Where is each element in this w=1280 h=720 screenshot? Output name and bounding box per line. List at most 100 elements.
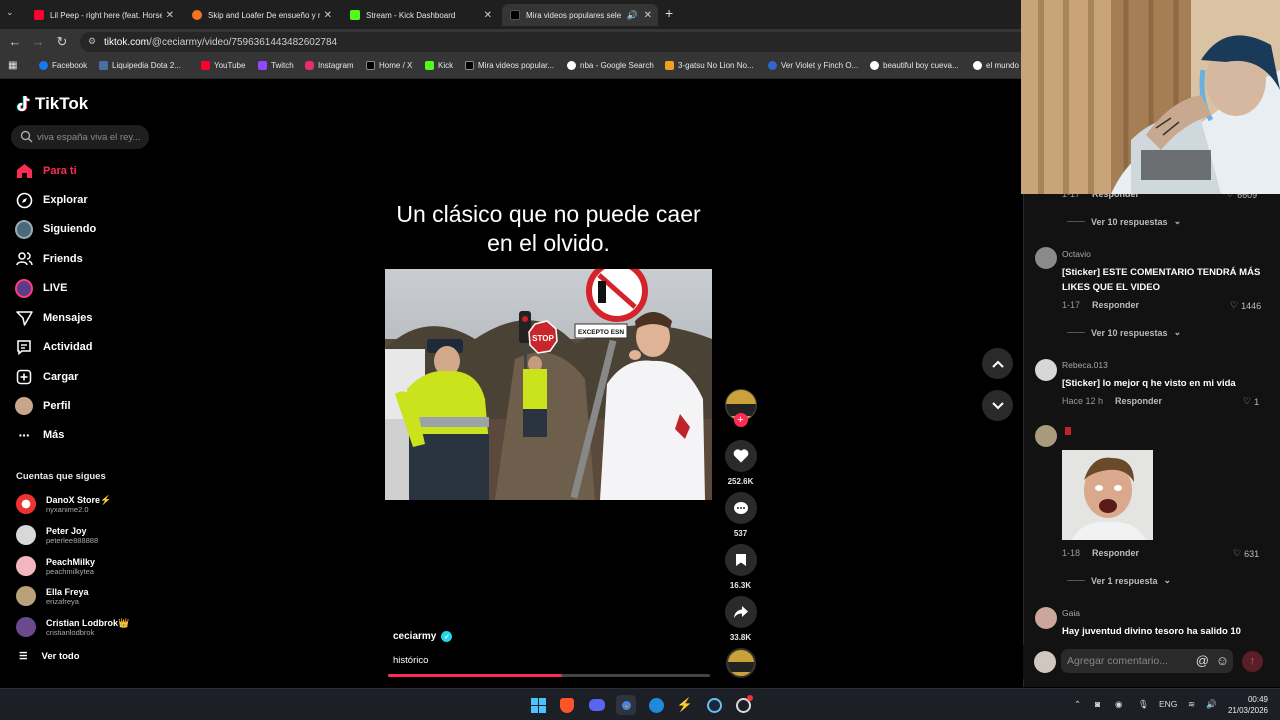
video-author[interactable]: ceciarmy ✓ [393, 631, 453, 642]
tab-tiktok[interactable]: Mira videos populares sele 🔊 ✕ [502, 4, 658, 26]
bookmark-youtube[interactable]: YouTube [201, 61, 245, 70]
view-replies-button[interactable]: Ver 1 respuesta ⌄ [1067, 575, 1171, 586]
close-tab-icon[interactable]: ✕ [484, 10, 492, 21]
avatar[interactable] [1035, 607, 1057, 629]
discord-icon[interactable] [587, 695, 607, 715]
tab-lil-peep[interactable]: Lil Peep - right here (feat. Horse ✕ [26, 4, 180, 26]
wifi-icon[interactable]: ≋ [1188, 699, 1195, 710]
back-button[interactable]: ← [6, 34, 24, 49]
chrome-icon[interactable] [616, 695, 636, 715]
sound-avatar[interactable] [724, 648, 757, 678]
nav-explorar[interactable]: Explorar [15, 189, 88, 211]
avatar[interactable] [1035, 425, 1057, 447]
nav-live[interactable]: LIVE [15, 277, 67, 299]
bookmark-el-mundo[interactable]: el mundo [973, 61, 1019, 70]
reply-button[interactable]: Responder [1092, 548, 1139, 558]
discord-tray-icon[interactable]: ◙ [1095, 699, 1100, 709]
bookmark-x[interactable]: Home / X [366, 61, 412, 70]
nav-siguiendo[interactable]: Siguiendo [15, 218, 96, 240]
comment-username[interactable]: Gaia [1062, 608, 1080, 618]
brave-browser-icon[interactable] [557, 695, 577, 715]
bookmark-3-gatsu[interactable]: 3-gatsu No Lion No... [665, 61, 754, 70]
nav-mas[interactable]: ··· Más [15, 424, 65, 446]
tab-list-button[interactable]: ⌄ [6, 7, 14, 18]
bookmark-facebook[interactable]: Facebook [39, 61, 87, 70]
avatar[interactable] [1035, 359, 1057, 381]
followed-account[interactable]: DanoX Store⚡ nyxanime2.0 [16, 491, 111, 517]
windows-start-icon[interactable] [528, 695, 548, 715]
nav-actividad[interactable]: Actividad [15, 336, 93, 358]
view-replies-button[interactable]: Ver 10 respuestas ⌄ [1067, 216, 1181, 227]
like-button[interactable]: 252.6K [724, 440, 757, 486]
site-info-icon[interactable]: ⚙ [88, 36, 96, 47]
mention-icon[interactable]: @ [1196, 653, 1209, 668]
system-clock[interactable]: 00:49 21/03/2026 [1228, 694, 1268, 716]
comment-button[interactable]: 537 [724, 492, 757, 538]
steam-tray-icon[interactable]: ◉ [1115, 699, 1122, 710]
bookmark-violet-finch[interactable]: Ver Violet y Finch O... [768, 61, 858, 70]
followed-account[interactable]: Cristian Lodbrok👑 cristianlodbrok [16, 614, 129, 640]
app-icon[interactable] [733, 695, 753, 715]
bookmark-kick[interactable]: Kick [425, 61, 453, 70]
forward-button[interactable]: → [29, 34, 47, 49]
search-input[interactable]: viva españa viva el rey... [11, 125, 149, 149]
comment-like-button[interactable]: ♡ 1 [1243, 396, 1259, 407]
close-tab-icon[interactable]: ✕ [166, 10, 174, 21]
show-hidden-icons[interactable]: ⌃ [1074, 699, 1081, 710]
tiktok-logo[interactable]: TikTok [16, 94, 88, 114]
followed-account[interactable]: Ella Freya erizafreya [16, 583, 89, 609]
comment-input[interactable]: Agregar comentario... @ ☺ [1061, 649, 1233, 673]
see-all-following-button[interactable]: ☰ Ver todo [19, 651, 80, 662]
view-replies-button[interactable]: Ver 10 respuestas ⌄ [1067, 327, 1181, 338]
bookmark-liquipedia[interactable]: Liquipedia Dota 2... [99, 61, 181, 70]
video-player[interactable]: STOP EXCEPTO ESN [385, 269, 712, 500]
followed-account[interactable]: PeachMilky peachmilkytea [16, 553, 95, 579]
nav-friends[interactable]: Friends [15, 248, 83, 270]
steam-icon[interactable] [704, 695, 724, 715]
nav-mensajes[interactable]: Mensajes [15, 307, 93, 329]
url-field[interactable]: ⚙ tiktok.com/@ceciarmy/video/75963614434… [80, 32, 1040, 52]
comment-like-button[interactable]: ♡ 631 [1233, 548, 1259, 559]
comment-like-button[interactable]: ♡ 1446 [1230, 300, 1261, 311]
volume-icon[interactable]: 🔊 [1206, 699, 1217, 710]
close-tab-icon[interactable]: ✕ [644, 10, 652, 21]
bookmark-tiktok[interactable]: Mira videos popular... [465, 61, 554, 70]
follow-plus-icon[interactable]: + [733, 413, 748, 427]
followed-account[interactable]: Peter Joy peterlee888888 [16, 522, 98, 548]
next-video-button[interactable] [982, 390, 1013, 421]
video-progress-bar[interactable] [388, 674, 710, 677]
tab-kick-dashboard[interactable]: Stream - Kick Dashboard ✕ [342, 4, 498, 26]
reload-button[interactable]: ↻ [53, 34, 71, 50]
facebook-icon [39, 61, 48, 70]
comment-image[interactable] [1062, 450, 1153, 540]
audio-playing-icon[interactable]: 🔊 [627, 10, 638, 21]
nav-cargar[interactable]: Cargar [15, 366, 78, 388]
apps-grid-icon[interactable]: ▦ [8, 60, 17, 71]
close-tab-icon[interactable]: ✕ [324, 10, 332, 21]
avatar[interactable] [1035, 247, 1057, 269]
save-button[interactable]: 16.3K [724, 544, 757, 590]
author-avatar-follow[interactable]: + [724, 389, 757, 427]
nav-para-ti[interactable]: Para ti [15, 160, 77, 182]
bookmark-nba-search[interactable]: nba - Google Search [567, 61, 654, 70]
reply-button[interactable]: Responder [1115, 396, 1162, 406]
edge-icon[interactable] [646, 695, 666, 715]
language-indicator[interactable]: ENG [1159, 699, 1177, 709]
bookmark-twitch[interactable]: Twitch [258, 61, 294, 70]
microphone-icon[interactable]: 🎙 [1138, 699, 1149, 710]
obs-icon[interactable]: ⚡ [675, 695, 695, 715]
emoji-icon[interactable]: ☺ [1216, 653, 1229, 668]
new-tab-button[interactable]: + [665, 5, 673, 21]
bookmark-beautiful-boy[interactable]: beautiful boy cueva... [870, 61, 959, 70]
reply-button[interactable]: Responder [1092, 300, 1139, 310]
post-comment-button[interactable]: ↑ [1242, 651, 1263, 672]
comment-username[interactable]: Octavio [1062, 249, 1091, 259]
share-button[interactable]: 33.8K [724, 596, 757, 642]
following-icon [15, 219, 33, 239]
bookmark-instagram[interactable]: Instagram [305, 61, 354, 70]
comment-like-count: 1 [1254, 396, 1260, 407]
previous-video-button[interactable] [982, 348, 1013, 379]
comment-username[interactable]: Rebeca.013 [1062, 360, 1108, 370]
nav-perfil[interactable]: Perfil [15, 395, 71, 417]
tab-skip-and-loafer[interactable]: Skip and Loafer De ensueño y r ✕ [184, 4, 338, 26]
